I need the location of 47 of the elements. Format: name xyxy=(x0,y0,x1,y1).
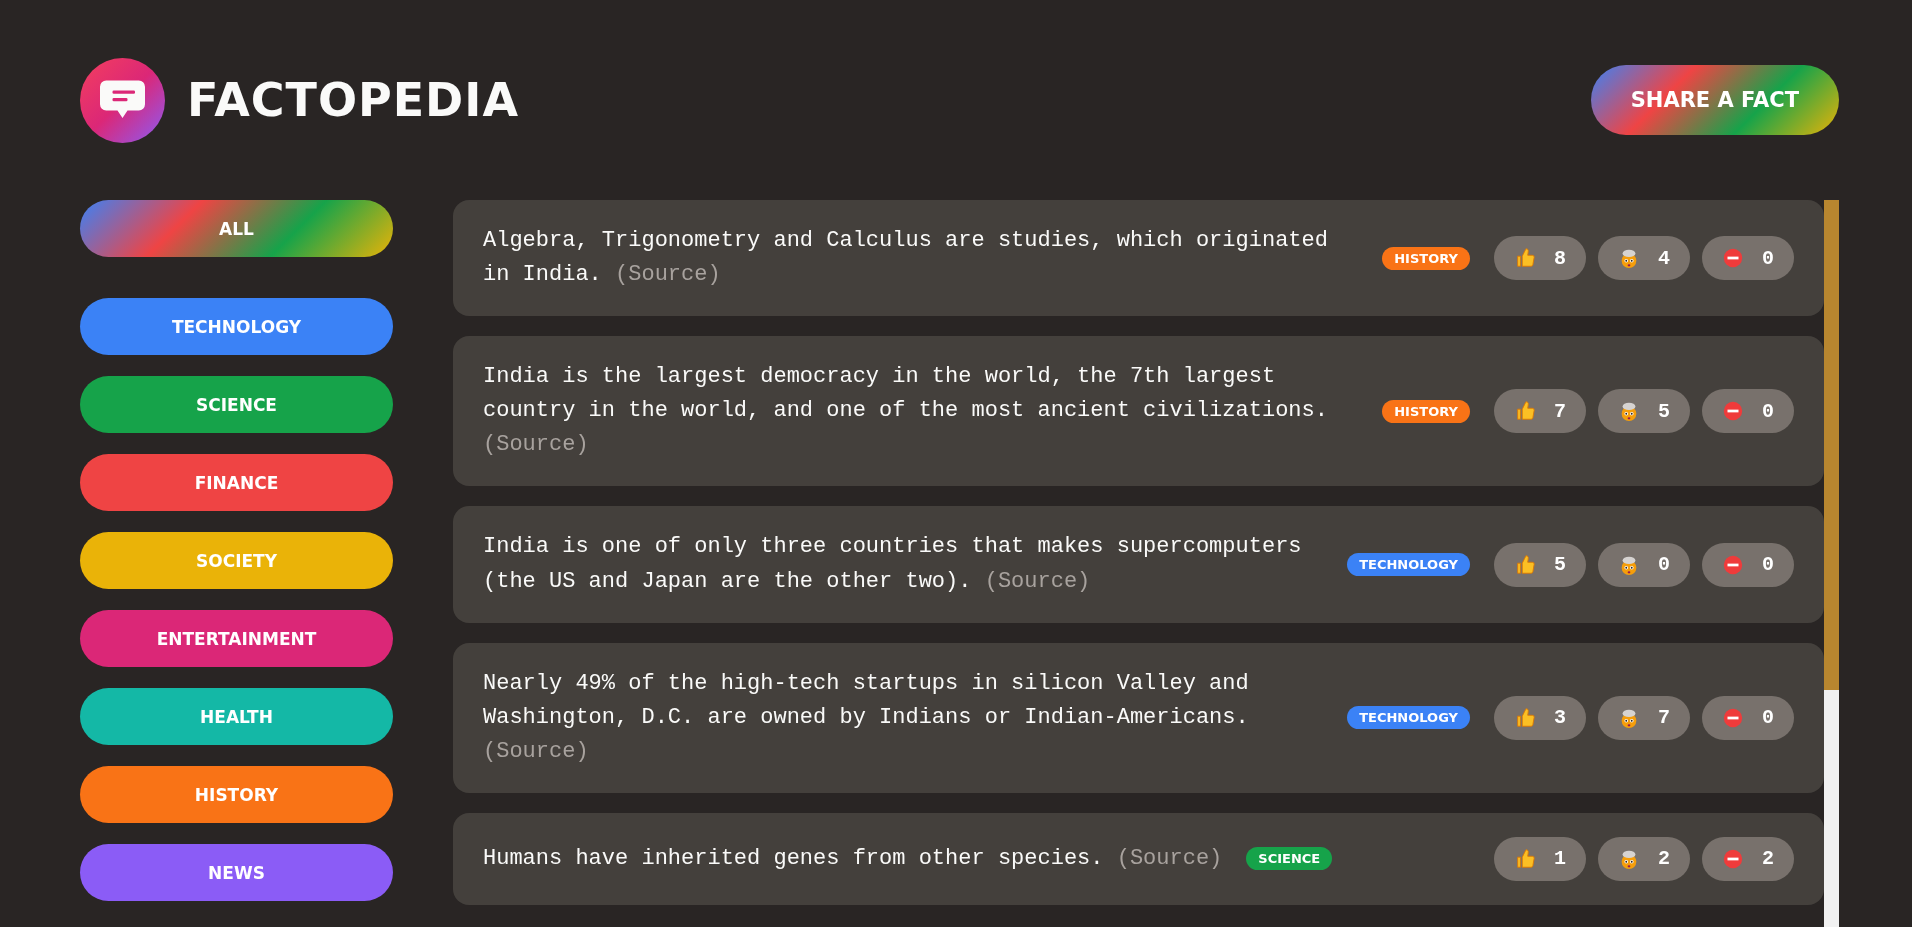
category-tag: TECHNOLOGY xyxy=(1347,706,1470,730)
category-filter-button[interactable]: ENTERTAINMENT xyxy=(80,610,393,667)
no-entry-icon xyxy=(1722,553,1744,576)
source-link[interactable]: (Source) xyxy=(615,262,721,288)
fact-text: Humans have inherited genes from other species. (Source) xyxy=(483,844,1223,873)
mindblowing-vote-button[interactable]: 2 xyxy=(1597,836,1690,881)
interesting-vote-button[interactable]: 7 xyxy=(1493,389,1586,434)
mindblowing-vote-button[interactable]: 7 xyxy=(1597,695,1690,740)
category-tag: HISTORY xyxy=(1382,399,1470,423)
false-vote-button[interactable]: 0 xyxy=(1702,236,1794,281)
source-link[interactable]: (Source) xyxy=(483,738,589,764)
share-fact-button[interactable]: SHARE A FACT xyxy=(1590,65,1839,135)
app-title: FACTOPEDIA xyxy=(187,73,520,127)
mindblowing-vote-button[interactable]: 0 xyxy=(1597,542,1690,587)
mindblowing-vote-button[interactable]: 5 xyxy=(1597,389,1690,434)
no-entry-icon xyxy=(1722,400,1744,423)
false-vote-button[interactable]: 0 xyxy=(1702,542,1794,587)
false-vote-button[interactable]: 2 xyxy=(1702,836,1794,881)
fact-text: Algebra, Trigonometry and Calculus are studies, which originated in India. (Source) xyxy=(483,227,1329,290)
category-filter-button[interactable]: HEALTH xyxy=(80,688,393,745)
interesting-vote-button[interactable]: 1 xyxy=(1493,836,1586,881)
no-entry-icon xyxy=(1722,847,1744,870)
interesting-vote-button[interactable]: 8 xyxy=(1493,236,1586,281)
category-tag: HISTORY xyxy=(1382,246,1470,270)
category-tag: SCIENCE xyxy=(1246,847,1333,871)
source-link[interactable]: (Source) xyxy=(1116,845,1223,871)
fact-text: India is the largest democracy in the world, the 7th largest country in the world, and one of the most ancient civilizations. (Source) xyxy=(483,363,1329,460)
logo-icon xyxy=(80,57,165,143)
fact-text: Nearly 49% of the high-tech startups in silicon Valley and Washington, D.C. are owned by Indians or Indian-Americans. (Source) xyxy=(483,669,1250,766)
mindblowing-vote-button[interactable]: 4 xyxy=(1597,236,1690,281)
source-link[interactable]: (Source) xyxy=(483,432,589,458)
no-entry-icon xyxy=(1722,706,1744,729)
category-filter-button[interactable]: TECHNOLOGY xyxy=(80,298,393,355)
category-filter-button[interactable]: SCIENCE xyxy=(80,376,393,433)
scrollbar[interactable] xyxy=(1824,200,1839,927)
no-entry-icon xyxy=(1722,247,1744,270)
category-filter-button[interactable]: HISTORY xyxy=(80,766,393,823)
false-vote-button[interactable]: 0 xyxy=(1702,389,1794,434)
category-tag: TECHNOLOGY xyxy=(1347,553,1470,577)
fact-text: India is one of only three countries that makes supercomputers (the US and Japan are the other two). (Source) xyxy=(483,533,1303,596)
category-filter-button[interactable]: NEWS xyxy=(80,844,393,901)
source-link[interactable]: (Source) xyxy=(984,568,1091,594)
false-vote-button[interactable]: 0 xyxy=(1702,695,1794,740)
category-filter-button[interactable]: FINANCE xyxy=(80,454,393,511)
interesting-vote-button[interactable]: 5 xyxy=(1493,542,1586,587)
category-filter-button[interactable]: ALL xyxy=(80,200,393,257)
interesting-vote-button[interactable]: 3 xyxy=(1493,695,1586,740)
